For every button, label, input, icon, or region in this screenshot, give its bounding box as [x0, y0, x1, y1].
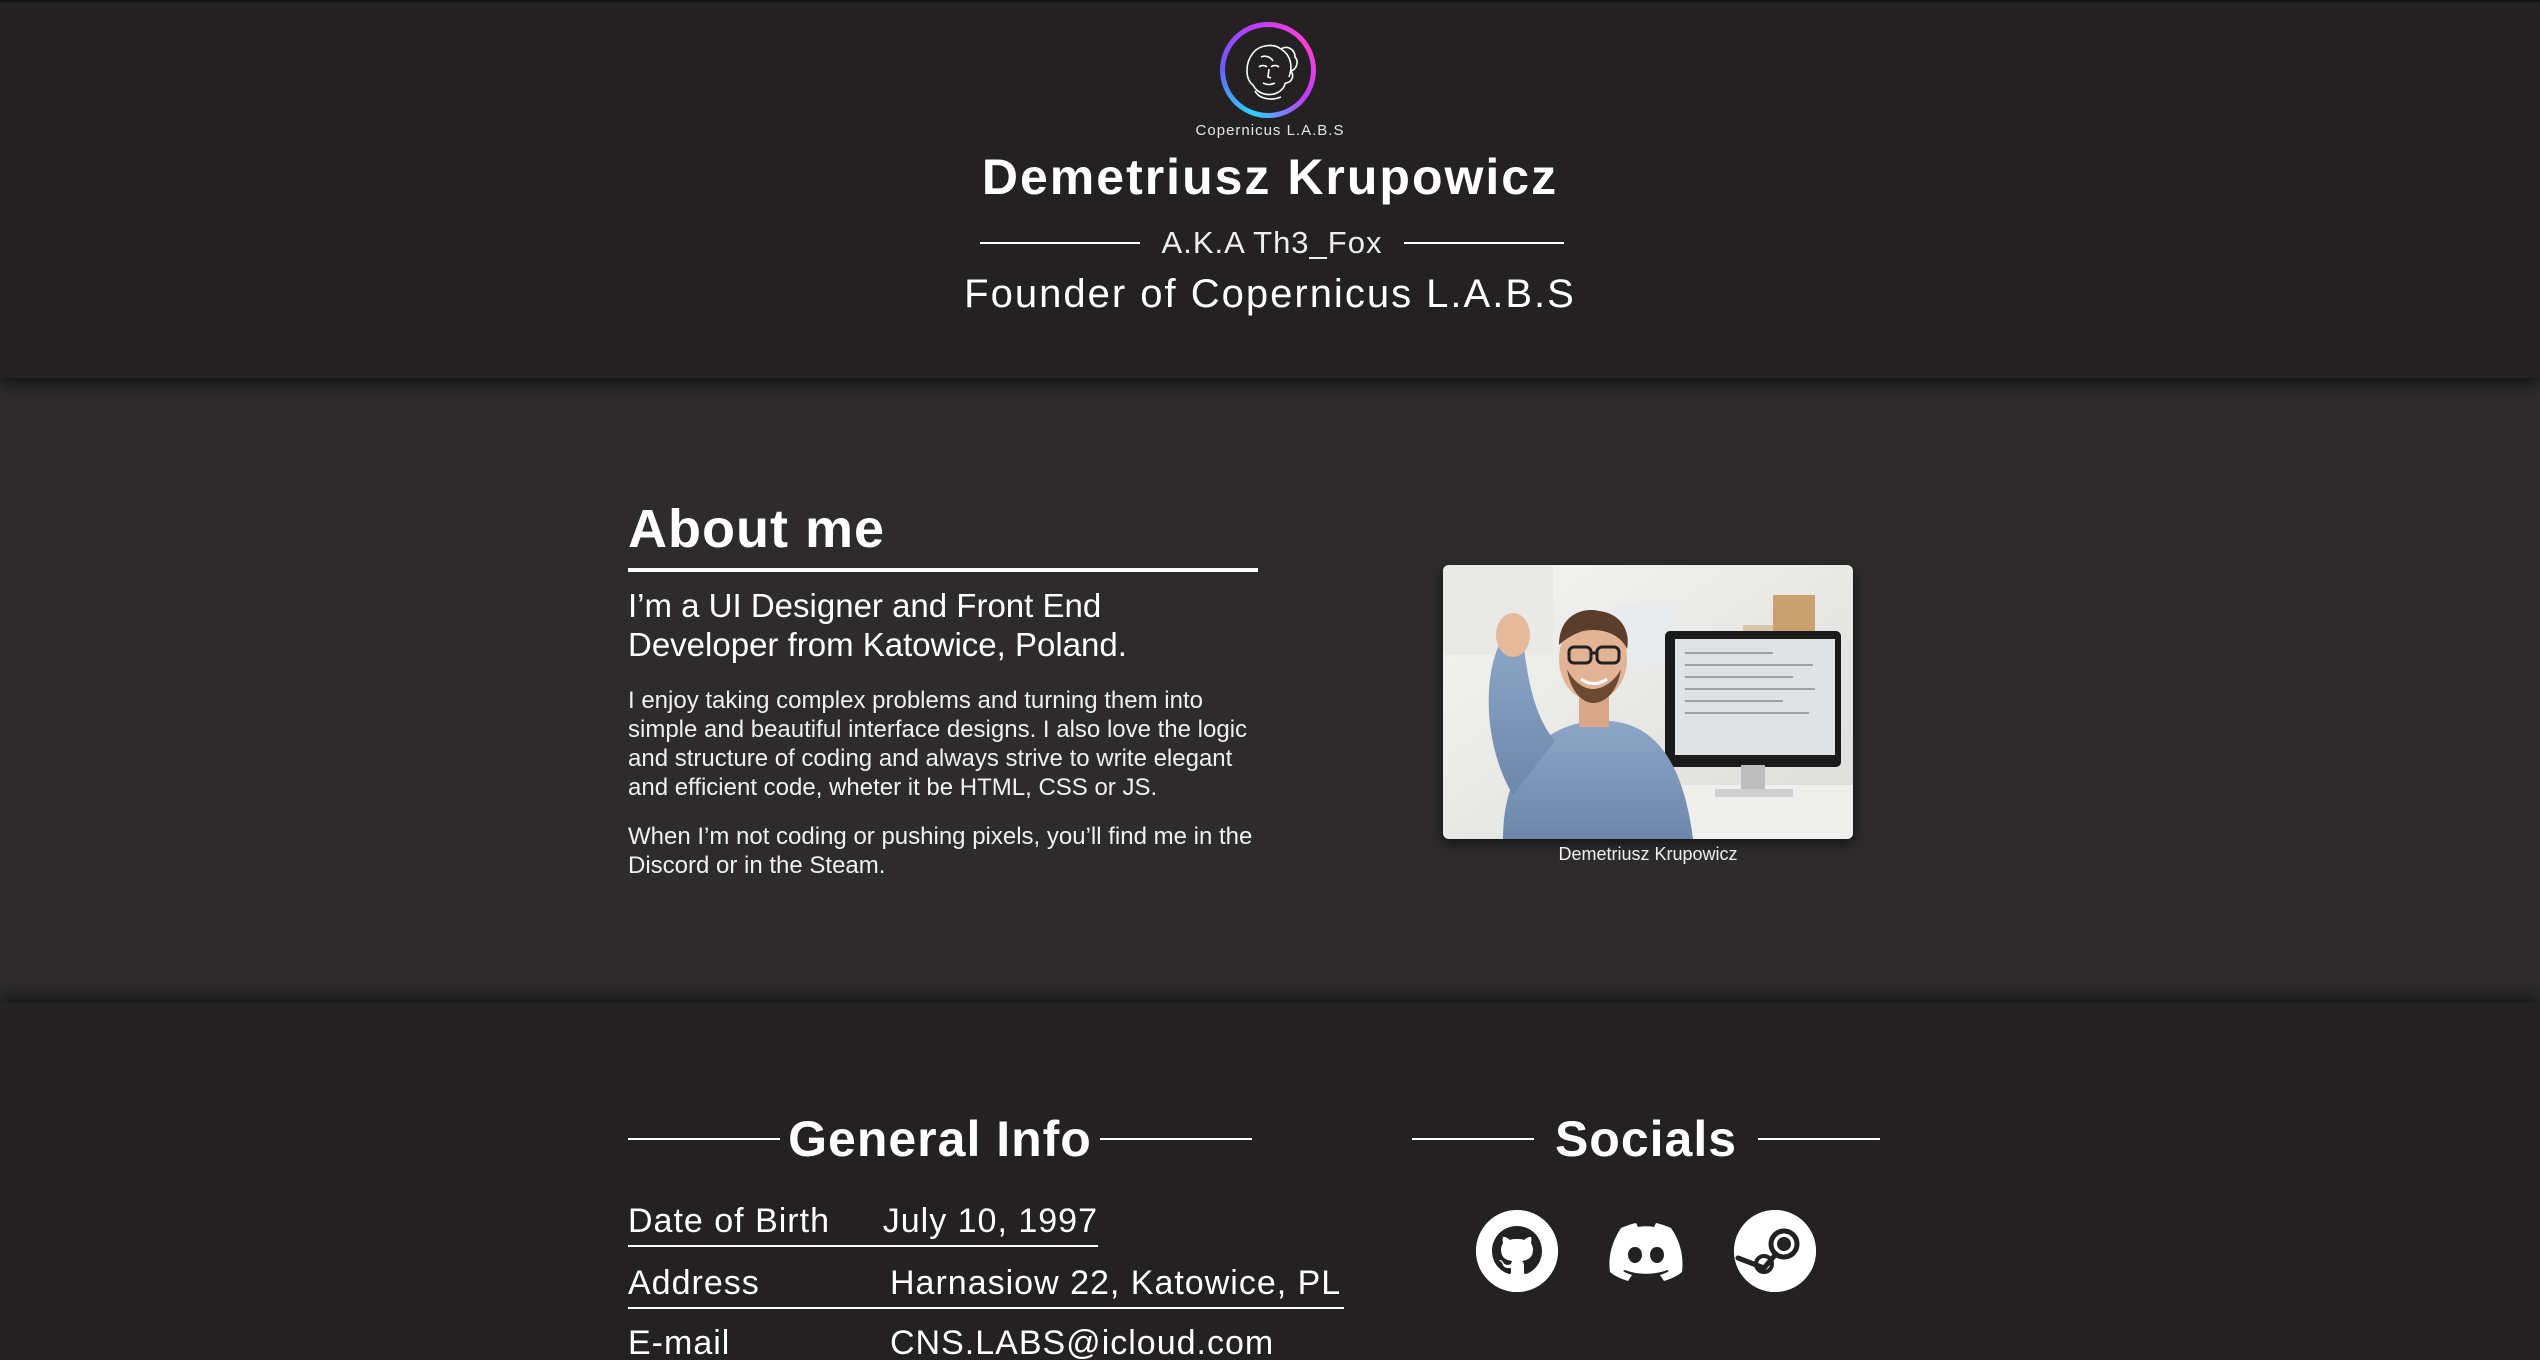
copernicus-portrait-icon: [1225, 27, 1311, 113]
divider: [980, 242, 1140, 244]
about-lead: I’m a UI Designer and Front End Develope…: [628, 587, 1127, 663]
divider: [1404, 242, 1564, 244]
info-value: July 10, 1997: [882, 1202, 1098, 1240]
info-section: General Info Date of Birth July 10, 1997…: [0, 1002, 2540, 1360]
socials-title-row: Socials: [1412, 1104, 1880, 1174]
info-label: E-mail: [628, 1324, 731, 1360]
divider: [1412, 1138, 1534, 1140]
divider: [628, 1138, 780, 1140]
about-section: About me I’m a UI Designer and Front End…: [0, 380, 2540, 1002]
alias-text: A.K.A Th3_Fox: [1161, 225, 1383, 260]
info-label: Date of Birth: [628, 1202, 830, 1240]
info-label: Address: [628, 1264, 760, 1302]
about-paragraph-1: I enjoy taking complex problems and turn…: [628, 687, 1248, 801]
info-value: Harnasiow 22, Katowice, PL: [890, 1264, 1342, 1302]
logo[interactable]: [1220, 22, 1320, 122]
logo-ring: [1220, 22, 1316, 118]
profile-photo: [1443, 565, 1853, 839]
photo-caption: Demetriusz Krupowicz: [1558, 844, 1738, 864]
general-info-title-row: General Info: [628, 1104, 1252, 1174]
email-link[interactable]: CNS.LABS@icloud.com: [890, 1324, 1274, 1360]
social-links: [1476, 1210, 1816, 1294]
steam-icon[interactable]: [1734, 1210, 1816, 1292]
page-title: Demetriusz Krupowicz: [981, 149, 1559, 205]
socials-heading: Socials: [1554, 1111, 1738, 1167]
info-row-address: Address Harnasiow 22, Katowice, PL: [628, 1264, 1344, 1309]
general-info-heading: General Info: [788, 1111, 1092, 1167]
logo-caption: Copernicus L.A.B.S: [1195, 122, 1345, 139]
github-icon[interactable]: [1476, 1210, 1558, 1292]
about-paragraph-2: When I’m not coding or pushing pixels, y…: [628, 823, 1253, 879]
discord-icon[interactable]: [1605, 1210, 1687, 1292]
site-header: Copernicus L.A.B.S Demetriusz Krupowicz …: [0, 0, 2540, 378]
about-heading: About me: [628, 498, 1258, 572]
info-row-date-of-birth: Date of Birth July 10, 1997: [628, 1202, 1098, 1247]
page: Copernicus L.A.B.S Demetriusz Krupowicz …: [0, 0, 2540, 1360]
divider: [1757, 1138, 1880, 1140]
alias-row: A.K.A Th3_Fox: [980, 220, 1564, 266]
info-row-email: E-mail CNS.LABS@icloud.com: [628, 1324, 1344, 1360]
divider: [1099, 1138, 1252, 1140]
tagline: Founder of Copernicus L.A.B.S: [964, 272, 1576, 316]
